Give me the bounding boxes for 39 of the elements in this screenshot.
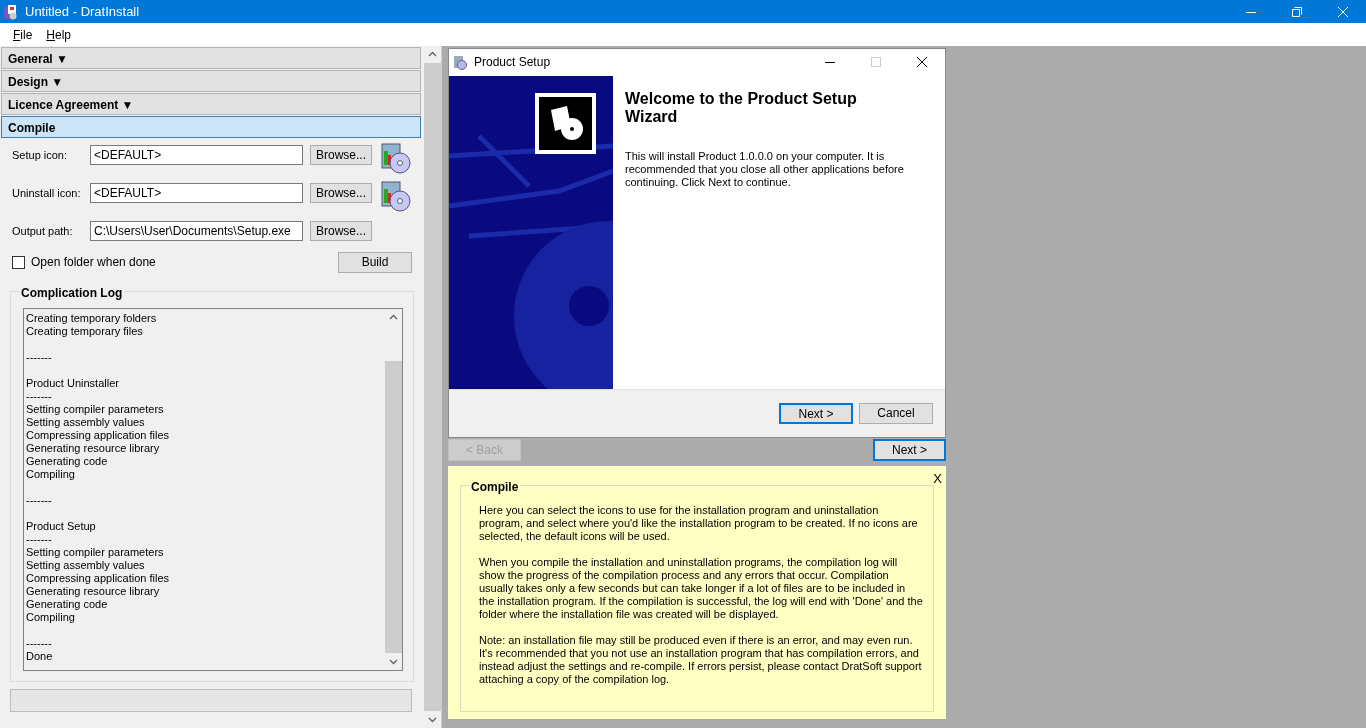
build-button[interactable]: Build bbox=[338, 251, 412, 273]
browse-button[interactable]: Browse... bbox=[310, 145, 372, 165]
input-field[interactable]: <DEFAULT> bbox=[90, 183, 303, 203]
close-button[interactable]: X bbox=[933, 469, 942, 489]
installer-icon bbox=[378, 179, 412, 213]
section-header[interactable]: Design ▼ bbox=[1, 70, 421, 92]
checkbox-label: Open folder when done bbox=[31, 254, 157, 271]
wizard-heading: Welcome to the Product Setup Wizard bbox=[625, 89, 858, 126]
field-label: Setup icon: bbox=[12, 147, 69, 163]
section-header[interactable]: Compile bbox=[1, 116, 421, 138]
nav-button[interactable]: Next > bbox=[873, 439, 946, 461]
installer-icon bbox=[452, 54, 468, 71]
installer-icon bbox=[378, 141, 412, 175]
section-header[interactable]: Licence Agreement ▼ bbox=[1, 93, 421, 115]
help-paragraph: When you compile the installation and uninstallation programs, the compilation log will show the progress of the compilation process and any errors that occur. Compilation usually takes only a few seconds but can take longer if a lot of files are to be included in the installation program. If the compilation is successful, the log will end with 'Done' and the folder where the installation file was created will be displayed. bbox=[479, 556, 923, 621]
scroll-thumb[interactable] bbox=[385, 361, 402, 653]
maximize-icon bbox=[871, 57, 881, 68]
browse-button[interactable]: Browse... bbox=[310, 221, 372, 241]
scrollbar[interactable] bbox=[424, 46, 442, 728]
wizard-description: This will install Product 1.0.0.0 on your computer. It is recommended that you close all other applications before continuing. Click Next to continue. bbox=[625, 149, 905, 189]
log-text: Creating temporary folders Creating temporary files ------- Product Uninstaller ------- Setting compiler parameters Setting assembly values Compressing application files Generating resource library Generating code Compiling ------- Product Setup ------- Setting compiler parameters Setting assembly values Compressing application files Generating resource library Generating code Compiling ------- Done bbox=[25, 311, 171, 664]
input-field[interactable]: <DEFAULT> bbox=[90, 145, 303, 165]
help-paragraph: Here you can select the icons to use for the installation program and uninstallation program, and select where you'd like the installation program to be created. If no icons are selected, the default icons will be used. bbox=[479, 504, 919, 543]
scroll-up-icon[interactable] bbox=[424, 46, 441, 63]
field-label: Uninstall icon: bbox=[12, 185, 82, 201]
menu-item[interactable]: Help bbox=[39, 25, 79, 44]
app-icon bbox=[3, 3, 19, 20]
browse-button[interactable]: Browse... bbox=[310, 183, 372, 203]
menu-item[interactable]: File bbox=[6, 25, 40, 44]
help-paragraph: Note: an installation file may still be produced even if there is an error, and may even run. It's recommended that you not use an installation program that has compilation errors, and instead adjust the settings and re-compile. If errors persist, please contact DratSoft support attaching a copy of the compilation log. bbox=[479, 634, 923, 686]
section-header[interactable]: General ▼ bbox=[1, 47, 421, 69]
input-field[interactable]: C:\Users\User\Documents\Setup.exe bbox=[90, 221, 303, 241]
wizard-button[interactable]: Cancel bbox=[859, 402, 933, 424]
window-title: Product Setup bbox=[474, 54, 552, 72]
wizard-button[interactable]: Next > bbox=[779, 402, 853, 424]
field-label: Output path: bbox=[12, 223, 74, 239]
open-folder-checkbox[interactable] bbox=[12, 255, 25, 269]
window-title: Untitled - DratInstall bbox=[25, 2, 141, 21]
scroll-down-icon[interactable] bbox=[424, 711, 441, 728]
